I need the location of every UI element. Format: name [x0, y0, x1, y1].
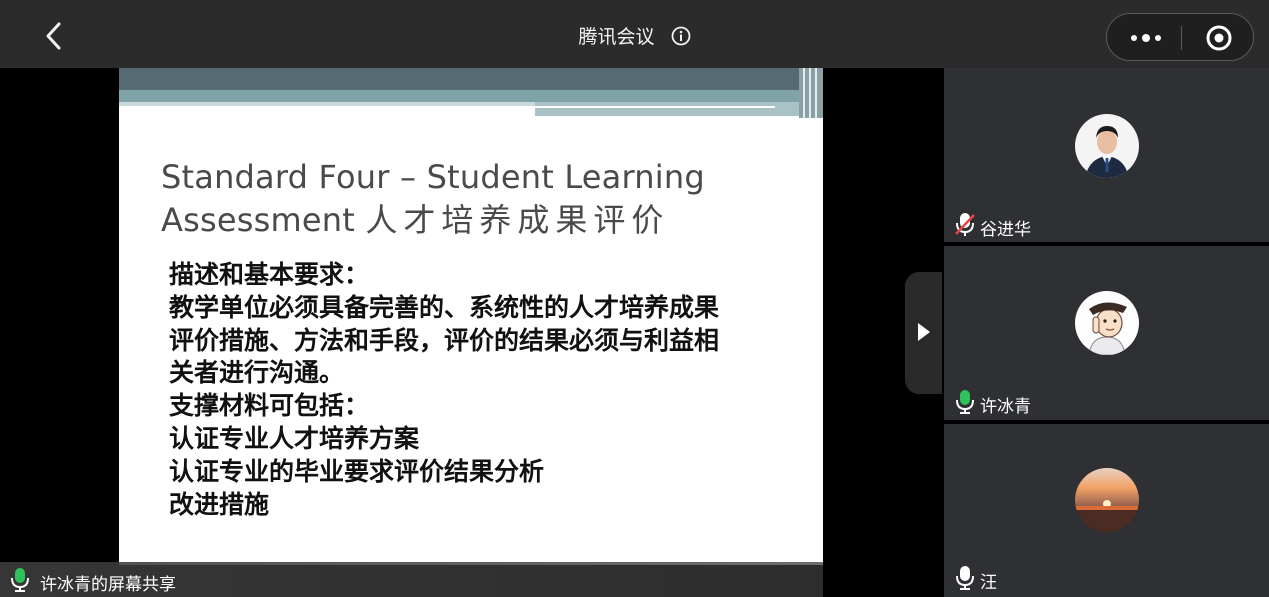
expand-participants-button[interactable] [905, 272, 942, 394]
slide-body-line: 支撑材料可包括： [169, 391, 370, 421]
microphone-active-icon [956, 390, 974, 414]
more-dots-icon [1131, 34, 1161, 42]
avatar [1075, 468, 1139, 532]
microphone-icon [11, 568, 29, 592]
mini-program-capsule [1106, 13, 1254, 61]
screen-share-area[interactable]: Standard Four – Student Learning Assessm… [0, 68, 942, 597]
meeting-title-area: 腾讯会议 [0, 22, 1269, 49]
participant-name: 汪 [980, 573, 997, 593]
avatar-cartoon-icon [1075, 291, 1139, 355]
participant-tile[interactable]: 汪 [944, 424, 1269, 597]
info-icon[interactable] [671, 26, 691, 46]
slide-body-line: 关者进行沟通。 [169, 358, 345, 388]
slide-title-line2: Assessment 人才培养成果评价 [161, 199, 705, 242]
microphone-icon [956, 566, 974, 590]
avatar [1075, 291, 1139, 355]
slide-body-line: 改进措施 [169, 489, 270, 519]
slide-title-cn: 人才培养成果评价 [365, 201, 670, 239]
presentation-slide: Standard Four – Student Learning Assessm… [119, 68, 823, 565]
more-button[interactable] [1121, 22, 1171, 54]
screen-share-label-bar: 许冰青的屏幕共享 [0, 562, 823, 597]
microphone-muted-icon [955, 213, 975, 236]
slide-title-en: Assessment [161, 201, 366, 239]
slide-body: 描述和基本要求： 教学单位必须具备完善的、系统性的人才培养成果 评价措施、方法和… [169, 259, 719, 521]
avatar [1075, 114, 1139, 178]
screen-share-label: 许冰青的屏幕共享 [40, 575, 176, 595]
slide-body-line: 描述和基本要求： [169, 260, 370, 289]
slide-body-line: 认证专业的毕业要求评价结果分析 [169, 456, 545, 486]
slide-header-decoration [119, 68, 823, 118]
top-bar: 腾讯会议 [0, 0, 1269, 68]
participant-tile[interactable]: 谷进华 [944, 68, 1269, 242]
participant-tile[interactable]: 许冰青 [944, 246, 1269, 420]
slide-body-line: 认证专业人才培养方案 [169, 423, 420, 453]
meeting-title: 腾讯会议 [578, 26, 655, 48]
participant-list: 谷进华 许冰青 汪 [942, 68, 1269, 597]
slide-title: Standard Four – Student Learning Assessm… [161, 156, 705, 242]
close-circle-icon [1206, 25, 1232, 51]
participant-name: 许冰青 [980, 397, 1031, 417]
slide-title-line1: Standard Four – Student Learning [161, 158, 705, 196]
participant-name: 谷进华 [980, 220, 1031, 240]
slide-body-line: 教学单位必须具备完善的、系统性的人才培养成果 [169, 292, 720, 322]
avatar-man-suit-icon [1075, 114, 1139, 178]
play-right-icon [918, 323, 930, 341]
slide-body-line: 评价措施、方法和手段，评价的结果必须与利益相 [169, 325, 720, 355]
capsule-divider [1181, 26, 1182, 50]
avatar-sunset-icon [1075, 468, 1139, 532]
close-button[interactable] [1203, 22, 1235, 54]
